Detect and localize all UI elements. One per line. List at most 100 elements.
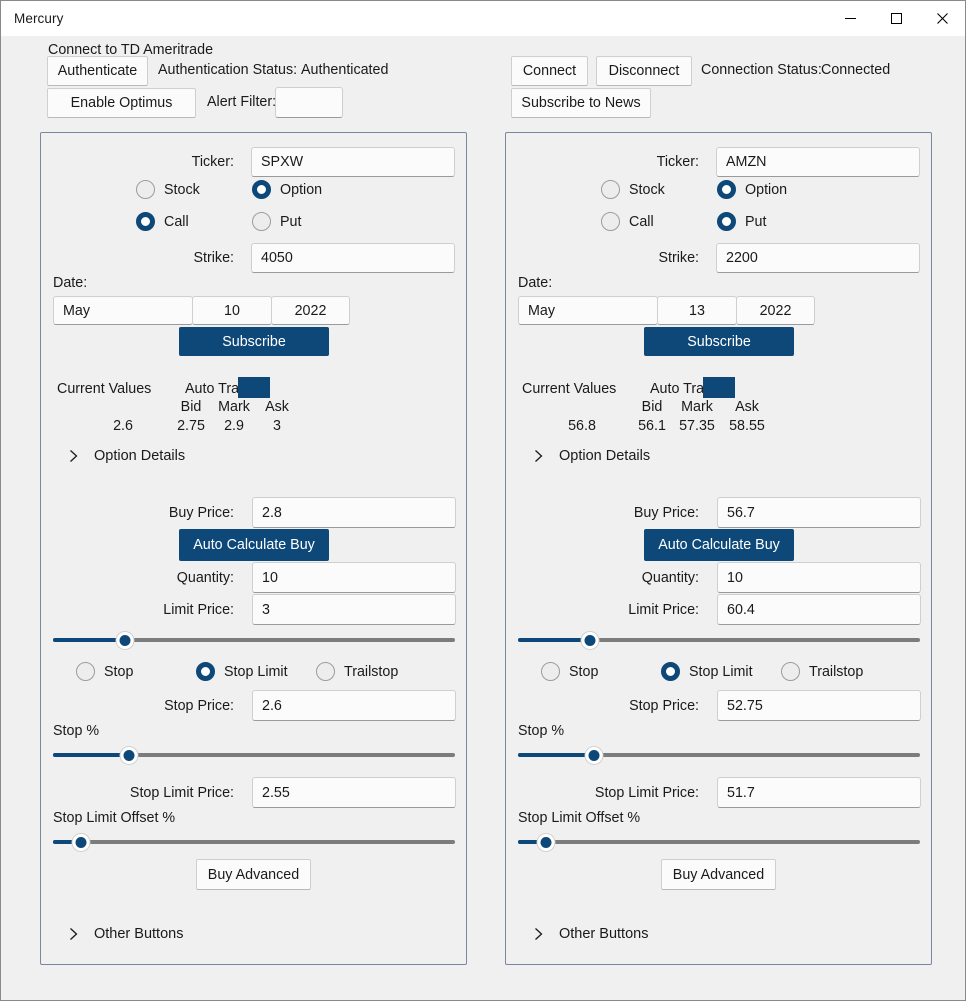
stop-percent-slider[interactable]: [53, 743, 455, 767]
radio-stop-limit-dot: [196, 662, 215, 681]
radio-stop-limit-dot: [661, 662, 680, 681]
limit-price-input[interactable]: 3: [252, 594, 456, 625]
radio-option-label: Option: [745, 181, 788, 198]
ask-header: Ask: [735, 399, 759, 415]
subscribe-button[interactable]: Subscribe: [644, 327, 794, 356]
subscribe-to-news-button[interactable]: Subscribe to News: [511, 88, 651, 118]
stop-limit-offset-slider-track: [518, 840, 920, 844]
radio-stock[interactable]: Stock: [601, 180, 665, 199]
buy-advanced-button[interactable]: Buy Advanced: [661, 859, 776, 890]
chevron-right-icon: [66, 448, 80, 464]
limit-price-input[interactable]: 60.4: [717, 594, 921, 625]
date-label: Date:: [518, 275, 553, 291]
limit-price-slider-thumb[interactable]: [116, 632, 134, 649]
auto-calculate-buy-button[interactable]: Auto Calculate Buy: [179, 529, 329, 561]
radio-stock[interactable]: Stock: [136, 180, 200, 199]
radio-stock-dot: [136, 180, 155, 199]
option-details-expander[interactable]: Option Details: [531, 448, 650, 464]
limit-price-slider-thumb[interactable]: [581, 632, 599, 649]
ticker-label: Ticker:: [656, 154, 699, 170]
chevron-right-icon: [531, 926, 545, 942]
title-bar: Mercury: [1, 1, 965, 36]
date-day-input[interactable]: 10: [192, 296, 272, 325]
connection-toolbar: Connect to TD Ameritrade Authenticate Au…: [1, 36, 965, 132]
stop-limit-offset-slider[interactable]: [518, 830, 920, 854]
subscribe-button[interactable]: Subscribe: [179, 327, 329, 356]
ticker-input[interactable]: SPXW: [251, 147, 455, 177]
radio-trailstop[interactable]: Trailstop: [316, 662, 398, 681]
stop-limit-offset-slider-thumb[interactable]: [72, 834, 90, 851]
buy-price-input[interactable]: 56.7: [717, 497, 921, 528]
minimize-icon[interactable]: [827, 1, 873, 36]
limit-price-slider[interactable]: [518, 628, 920, 652]
connect-button[interactable]: Connect: [511, 56, 588, 86]
radio-option-dot: [252, 180, 271, 199]
strike-label: Strike:: [193, 250, 234, 266]
other-buttons-label: Other Buttons: [559, 926, 649, 942]
bid-header: Bid: [180, 399, 202, 415]
alert-filter-label: Alert Filter:: [207, 94, 277, 110]
radio-put[interactable]: Put: [717, 212, 766, 231]
ask-value: 58.55: [729, 418, 765, 434]
auto-track-checkbox[interactable]: [238, 377, 270, 398]
date-month-input[interactable]: May: [518, 296, 658, 325]
strike-input[interactable]: 2200: [716, 243, 920, 273]
quantity-input[interactable]: 10: [252, 562, 456, 593]
auto-calculate-buy-button[interactable]: Auto Calculate Buy: [644, 529, 794, 561]
stop-percent-label: Stop %: [518, 723, 565, 739]
other-buttons-expander[interactable]: Other Buttons: [531, 926, 648, 942]
radio-stop[interactable]: Stop: [76, 662, 133, 681]
radio-stop-limit[interactable]: Stop Limit: [196, 662, 288, 681]
auto-track-checkbox[interactable]: [703, 377, 735, 398]
stop-percent-slider-thumb[interactable]: [585, 747, 603, 764]
radio-stop[interactable]: Stop: [541, 662, 598, 681]
stop-limit-offset-slider[interactable]: [53, 830, 455, 854]
strike-input[interactable]: 4050: [251, 243, 455, 273]
radio-stop-limit-label: Stop Limit: [224, 663, 288, 680]
stop-limit-price-input[interactable]: 2.55: [252, 777, 456, 808]
stop-percent-label: Stop %: [53, 723, 100, 739]
stop-limit-price-input[interactable]: 51.7: [717, 777, 921, 808]
trade-panel-left: Ticker: SPXW Stock Option Call Put Strik…: [40, 132, 467, 965]
radio-stock-dot: [601, 180, 620, 199]
radio-stop-limit[interactable]: Stop Limit: [661, 662, 753, 681]
app-window: Mercury Connect to TD Ameritrade Authent…: [0, 0, 966, 1001]
radio-call[interactable]: Call: [601, 212, 654, 231]
date-year-input[interactable]: 2022: [271, 296, 350, 325]
radio-put[interactable]: Put: [252, 212, 301, 231]
stop-price-input[interactable]: 2.6: [252, 690, 456, 721]
stop-limit-offset-slider-thumb[interactable]: [537, 834, 555, 851]
other-buttons-expander[interactable]: Other Buttons: [66, 926, 183, 942]
option-details-expander[interactable]: Option Details: [66, 448, 185, 464]
radio-put-dot: [717, 212, 736, 231]
date-month-input[interactable]: May: [53, 296, 193, 325]
enable-optimus-button[interactable]: Enable Optimus: [47, 88, 196, 118]
authentication-status-label: Authentication Status:: [158, 62, 298, 78]
alert-filter-input[interactable]: [275, 87, 343, 118]
buy-price-input[interactable]: 2.8: [252, 497, 456, 528]
bid-header: Bid: [641, 399, 663, 415]
disconnect-button[interactable]: Disconnect: [596, 56, 692, 86]
radio-call-dot: [136, 212, 155, 231]
option-details-label: Option Details: [94, 448, 186, 464]
radio-trailstop[interactable]: Trailstop: [781, 662, 863, 681]
limit-price-slider[interactable]: [53, 628, 455, 652]
buy-advanced-button[interactable]: Buy Advanced: [196, 859, 311, 890]
close-icon[interactable]: [919, 1, 965, 36]
stop-percent-slider-fill: [518, 753, 595, 757]
stop-price-input[interactable]: 52.75: [717, 690, 921, 721]
stop-limit-offset-label: Stop Limit Offset %: [53, 810, 176, 826]
authenticate-button[interactable]: Authenticate: [47, 56, 148, 86]
radio-call[interactable]: Call: [136, 212, 189, 231]
stop-percent-slider[interactable]: [518, 743, 920, 767]
quantity-input[interactable]: 10: [717, 562, 921, 593]
stop-percent-slider-thumb[interactable]: [120, 747, 138, 764]
radio-trailstop-label: Trailstop: [809, 663, 864, 680]
radio-option[interactable]: Option: [252, 180, 322, 199]
current-value: 56.8: [568, 418, 596, 434]
date-year-input[interactable]: 2022: [736, 296, 815, 325]
ticker-input[interactable]: AMZN: [716, 147, 920, 177]
radio-option[interactable]: Option: [717, 180, 787, 199]
date-day-input[interactable]: 13: [657, 296, 737, 325]
maximize-icon[interactable]: [873, 1, 919, 36]
